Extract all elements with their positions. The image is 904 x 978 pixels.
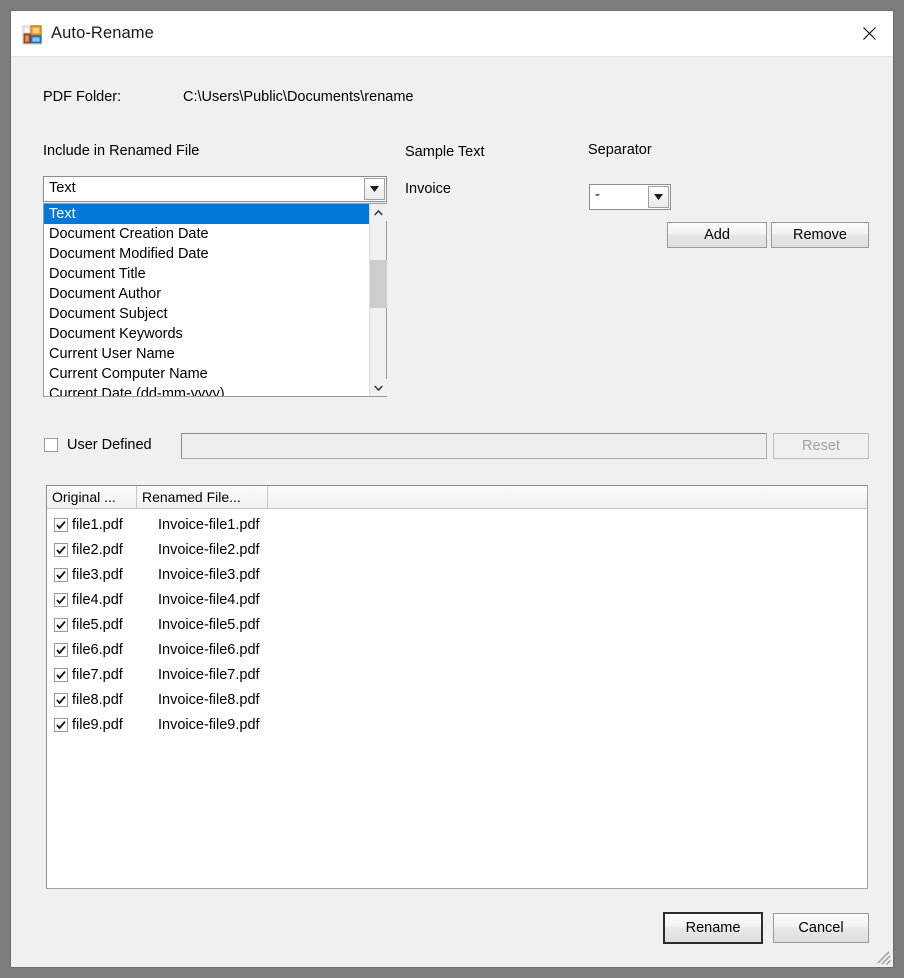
user-defined-input [181,433,767,459]
cell-renamed-name: Invoice-file2.pdf [158,541,260,558]
cell-renamed-name: Invoice-file5.pdf [158,616,260,633]
cell-renamed-name: Invoice-file1.pdf [158,516,260,533]
cell-original-name: file5.pdf [72,616,123,633]
dropdown-option[interactable]: Current Computer Name [44,364,369,384]
table-row[interactable]: file8.pdf Invoice-file8.pdf [47,687,867,712]
include-combobox-value: Text [49,180,76,196]
cell-renamed-name: Invoice-file4.pdf [158,591,260,608]
auto-rename-dialog: Auto-Rename PDF Folder: C:\Users\Public\… [10,10,894,968]
title-bar: Auto-Rename [11,11,893,57]
column-header-renamed[interactable]: Renamed File... [137,486,268,509]
add-button[interactable]: Add [667,222,767,248]
separator-label: Separator [588,142,652,158]
column-header-original[interactable]: Original ... [47,486,137,509]
cancel-button[interactable]: Cancel [773,913,869,943]
dropdown-options: Text Document Creation Date Document Modif… [44,204,369,396]
pdf-folder-path: C:\Users\Public\Documents\rename [183,89,414,105]
user-defined-label: User Defined [67,437,152,453]
reset-button: Reset [773,433,869,459]
cell-original-name: file4.pdf [72,591,123,608]
row-checkbox[interactable] [54,717,68,732]
user-defined-checkbox[interactable] [44,438,58,452]
cell-original-name: file2.pdf [72,541,123,558]
close-icon[interactable] [846,11,893,56]
table-row[interactable]: file5.pdf Invoice-file5.pdf [47,612,867,637]
chevron-down-icon[interactable] [364,178,385,200]
dropdown-option[interactable]: Document Modified Date [44,244,369,264]
resize-grip[interactable] [875,949,892,966]
rename-button[interactable]: Rename [663,912,763,944]
cell-original-name: file6.pdf [72,641,123,658]
cell-renamed-name: Invoice-file7.pdf [158,666,260,683]
sample-text-label: Sample Text [405,144,485,160]
cell-renamed-name: Invoice-file6.pdf [158,641,260,658]
table-row[interactable]: file6.pdf Invoice-file6.pdf [47,637,867,662]
row-checkbox[interactable] [54,617,68,632]
table-row[interactable]: file2.pdf Invoice-file2.pdf [47,537,867,562]
dropdown-option[interactable]: Document Title [44,264,369,284]
dropdown-option[interactable]: Document Keywords [44,324,369,344]
pdf-folder-label: PDF Folder: [43,89,122,105]
sample-text-value: Invoice [405,181,451,197]
scroll-down-icon[interactable] [370,379,387,396]
listview-header: Original ... Renamed File... [47,486,867,509]
row-checkbox[interactable] [54,592,68,607]
dropdown-option[interactable]: Current User Name [44,344,369,364]
dropdown-option[interactable]: Text [44,204,369,224]
cell-original-name: file3.pdf [72,566,123,583]
dropdown-option[interactable]: Current Date (dd-mm-yyyy) [44,384,369,396]
include-combobox[interactable]: Text [43,176,387,202]
row-checkbox[interactable] [54,517,68,532]
dropdown-option[interactable]: Document Creation Date [44,224,369,244]
row-checkbox[interactable] [54,542,68,557]
dropdown-option[interactable]: Document Subject [44,304,369,324]
separator-combobox-value: - [595,187,600,203]
cell-original-name: file9.pdf [72,716,123,733]
remove-button[interactable]: Remove [771,222,869,248]
cell-original-name: file7.pdf [72,666,123,683]
chevron-down-icon[interactable] [648,186,669,208]
listview-rows: file1.pdf Invoice-file1.pdf file2.pdf Invoi… [47,509,867,737]
separator-combobox[interactable]: - [589,184,671,210]
dropdown-scrollbar[interactable] [369,204,387,396]
cell-renamed-name: Invoice-file8.pdf [158,691,260,708]
row-checkbox[interactable] [54,567,68,582]
include-dropdown-list[interactable]: Text Document Creation Date Document Modif… [43,203,387,397]
include-section-label: Include in Renamed File [43,143,200,159]
rename-listview[interactable]: Original ... Renamed File... file1.pdf In… [46,485,868,889]
table-row[interactable]: file1.pdf Invoice-file1.pdf [47,512,867,537]
form-icon [21,24,43,46]
cell-original-name: file8.pdf [72,691,123,708]
column-header-filler [268,486,867,509]
table-row[interactable]: file4.pdf Invoice-file4.pdf [47,587,867,612]
row-checkbox[interactable] [54,642,68,657]
row-checkbox[interactable] [54,692,68,707]
cell-original-name: file1.pdf [72,516,123,533]
table-row[interactable]: file3.pdf Invoice-file3.pdf [47,562,867,587]
cell-renamed-name: Invoice-file9.pdf [158,716,260,733]
window-title: Auto-Rename [51,24,154,42]
table-row[interactable]: file7.pdf Invoice-file7.pdf [47,662,867,687]
dropdown-option[interactable]: Document Author [44,284,369,304]
scrollbar-thumb[interactable] [370,260,387,308]
row-checkbox[interactable] [54,667,68,682]
table-row[interactable]: file9.pdf Invoice-file9.pdf [47,712,867,737]
cell-renamed-name: Invoice-file3.pdf [158,566,260,583]
scroll-up-icon[interactable] [370,204,387,221]
